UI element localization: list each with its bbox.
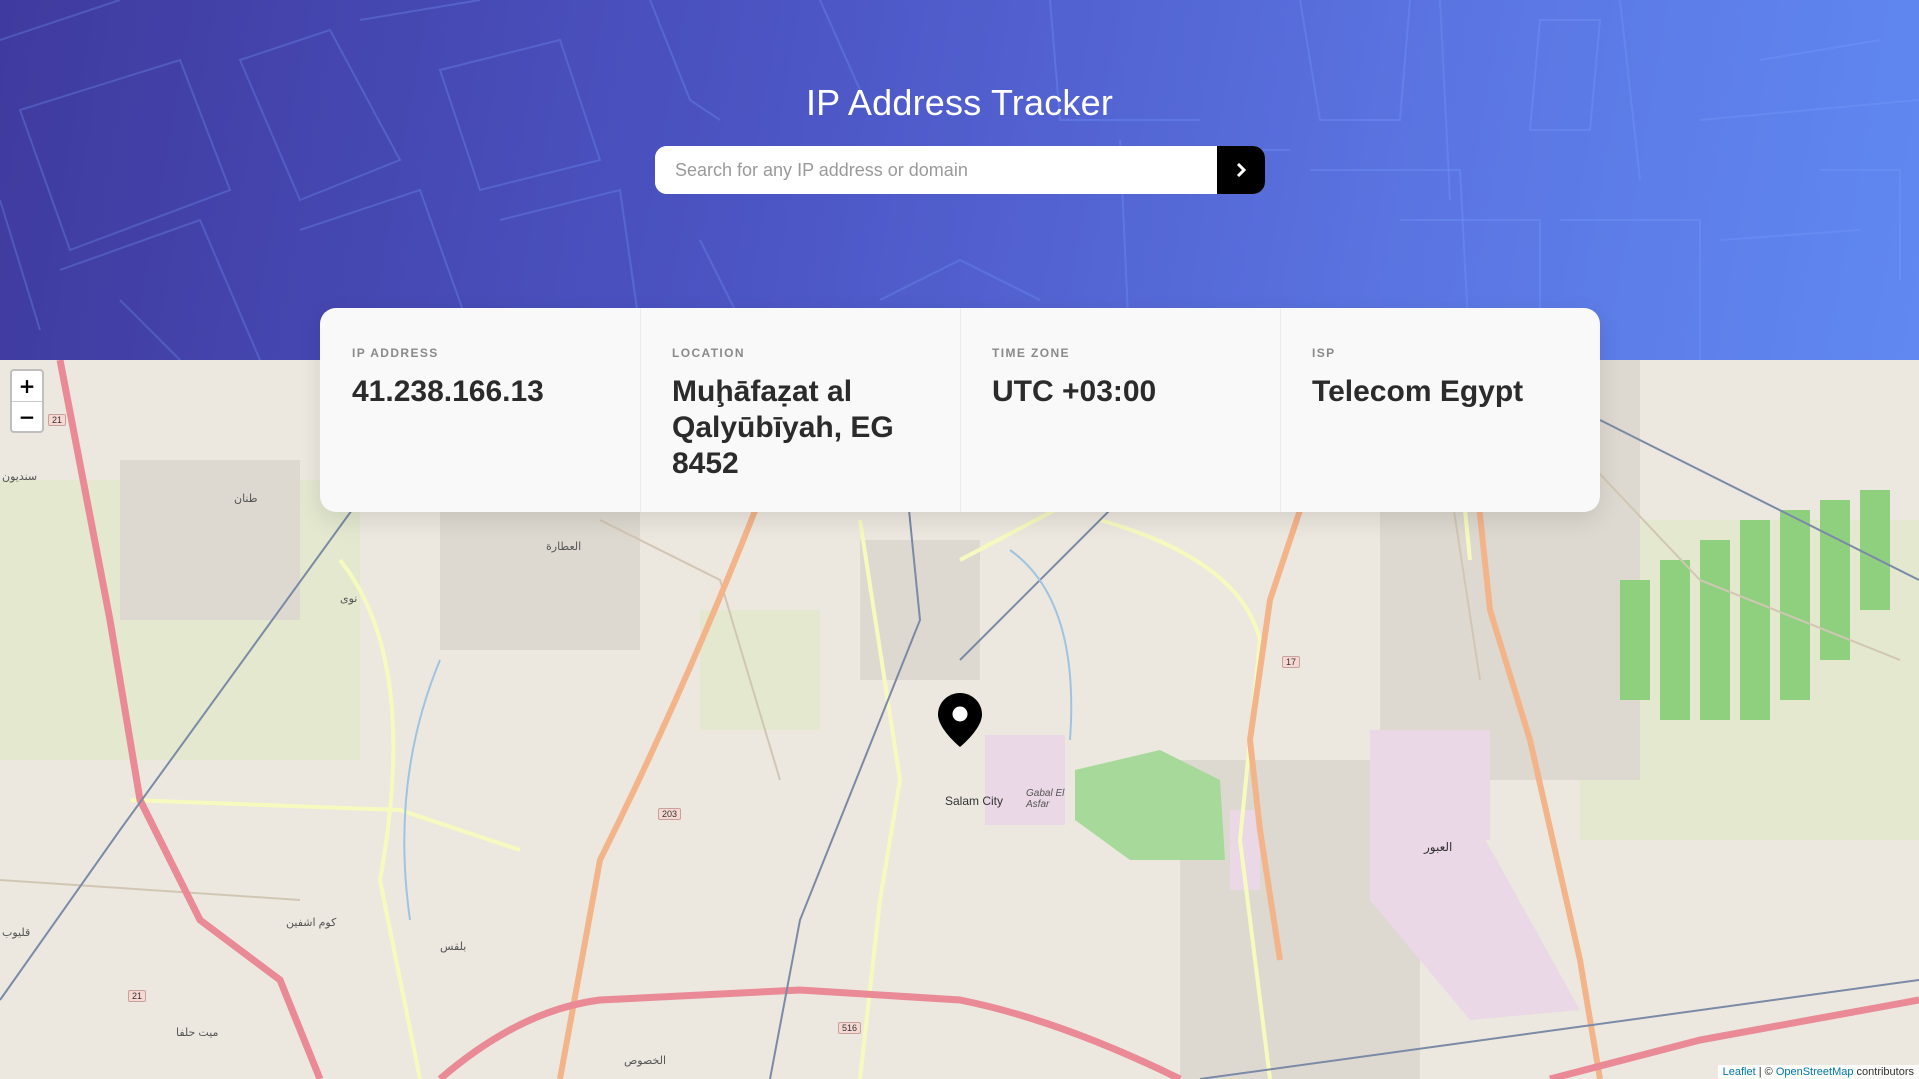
timezone-cell: TIME ZONE UTC +03:00	[960, 308, 1280, 512]
isp-cell: ISP Telecom Egypt	[1280, 308, 1600, 512]
attribution-suffix: contributors	[1853, 1066, 1914, 1078]
search-bar	[655, 146, 1265, 194]
ip-address-value: 41.238.166.13	[352, 375, 544, 408]
map-label-tanan: طنان	[234, 493, 258, 505]
isp-label: ISP	[1312, 346, 1336, 360]
map-label-nawa: نوى	[340, 593, 358, 605]
road-shield-17: 17	[1282, 656, 1301, 668]
zoom-in-button[interactable]: +	[12, 371, 42, 401]
road-shield-516: 516	[838, 1022, 862, 1034]
map-label-al-atara: العطارة	[546, 541, 582, 553]
map-label-sindioun: سنديون	[2, 471, 38, 483]
map-label-salam-city: Salam City	[945, 794, 1004, 808]
map-attribution: Leaflet | © OpenStreetMap contributors	[1717, 1065, 1919, 1079]
timezone-value: UTC +03:00	[992, 375, 1157, 408]
ip-address-cell: IP ADDRESS 41.238.166.13	[320, 308, 640, 512]
location-label: LOCATION	[672, 346, 745, 360]
road-shield-21-north: 21	[48, 414, 67, 426]
search-submit-button[interactable]	[1217, 146, 1265, 194]
map-label-obour: العبور	[1424, 840, 1453, 854]
map-label-mit-halfa: ميت حلفا	[176, 1027, 219, 1039]
timezone-label: TIME ZONE	[992, 346, 1070, 360]
zoom-control: + −	[10, 369, 44, 433]
map-label-qalyub: قليوب	[2, 927, 31, 939]
map-label-al-khusus: الخصوص	[624, 1055, 667, 1067]
road-shield-203: 203	[658, 808, 682, 820]
header-banner: IP Address Tracker	[0, 0, 1919, 360]
location-cell: LOCATION Muḩāfaẓat al Qalyūbīyah, EG 845…	[640, 308, 960, 512]
road-shield-21-south: 21	[128, 990, 147, 1002]
isp-value: Telecom Egypt	[1312, 375, 1524, 408]
chevron-right-icon	[1236, 163, 1247, 177]
zoom-out-button[interactable]: −	[12, 401, 42, 431]
openstreetmap-link[interactable]: OpenStreetMap	[1776, 1066, 1854, 1078]
search-input[interactable]	[655, 146, 1217, 194]
location-pin-icon[interactable]	[937, 692, 983, 748]
map-label-kom-ashfin: كوم اشفين	[286, 917, 337, 929]
location-value: Muḩāfaẓat al Qalyūbīyah, EG 8452	[672, 375, 894, 480]
map-label-gabal-el-asfar: Gabal El Asfar	[1026, 788, 1065, 810]
page-title: IP Address Tracker	[805, 82, 1114, 123]
attribution-separator: | ©	[1755, 1066, 1776, 1078]
leaflet-link[interactable]: Leaflet	[1723, 1066, 1756, 1078]
ip-address-label: IP ADDRESS	[352, 346, 439, 360]
info-card: IP ADDRESS 41.238.166.13 LOCATION Muḩāfa…	[320, 308, 1600, 512]
map-label-bilqas: بلقس	[440, 941, 467, 953]
